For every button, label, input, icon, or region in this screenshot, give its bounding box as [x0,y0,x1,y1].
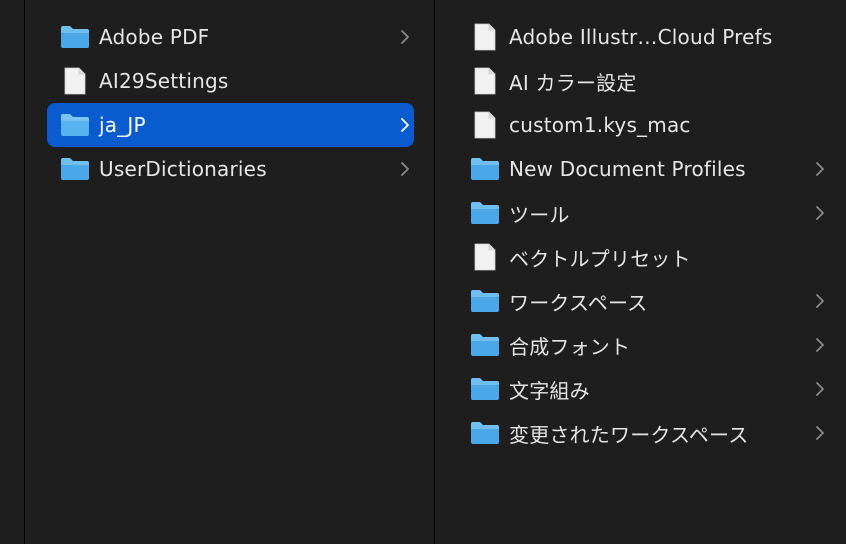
document-icon [469,66,501,96]
chevron-right-icon [396,116,414,134]
item-label: ja_JP [99,113,146,137]
chevron-right-icon [811,336,829,354]
chevron-right-icon [811,380,829,398]
list-item[interactable]: 文字組み [457,367,829,411]
finder-column-view: Adobe PDF AI29Settings ja_JP UserDiction… [0,0,846,544]
list-item[interactable]: AI29Settings [47,59,414,103]
list-item[interactable]: AI カラー設定 [457,59,829,103]
item-label: Adobe Illustr…Cloud Prefs [509,25,773,49]
chevron-right-icon [396,160,414,178]
list-item[interactable]: New Document Profiles [457,147,829,191]
chevron-right-icon [811,204,829,222]
item-label: AI カラー設定 [509,70,637,95]
item-label: UserDictionaries [99,157,267,181]
document-icon [469,22,501,52]
folder-icon [59,110,91,140]
item-label: Adobe PDF [99,25,210,49]
folder-icon [469,418,501,448]
chevron-right-icon [811,424,829,442]
item-label: ツール [509,202,570,227]
parent-column[interactable] [0,0,24,544]
list-item-selected[interactable]: ja_JP [47,103,414,147]
item-label: AI29Settings [99,69,229,93]
chevron-right-icon [396,28,414,46]
item-label: 合成フォント [509,334,631,359]
item-label: custom1.kys_mac [509,113,691,137]
item-label: ベクトルプリセット [509,246,691,271]
right-column[interactable]: Adobe Illustr…Cloud Prefs AI カラー設定 custo… [435,0,846,544]
list-item[interactable]: 変更されたワークスペース [457,411,829,455]
folder-icon [469,374,501,404]
folder-icon [59,22,91,52]
chevron-right-icon [811,160,829,178]
folder-icon [469,286,501,316]
folder-icon [469,198,501,228]
document-icon [59,66,91,96]
item-label: 文字組み [509,378,590,403]
chevron-right-icon [811,292,829,310]
list-item[interactable]: Adobe Illustr…Cloud Prefs [457,15,829,59]
list-item[interactable]: ベクトルプリセット [457,235,829,279]
folder-icon [469,154,501,184]
folder-icon [59,154,91,184]
list-item[interactable]: UserDictionaries [47,147,414,191]
list-item[interactable]: Adobe PDF [47,15,414,59]
document-icon [469,110,501,140]
item-label: 変更されたワークスペース [509,422,749,447]
document-icon [469,242,501,272]
item-label: New Document Profiles [509,157,746,181]
item-label: ワークスペース [509,290,648,315]
folder-icon [469,330,501,360]
list-item[interactable]: ワークスペース [457,279,829,323]
list-item[interactable]: 合成フォント [457,323,829,367]
middle-column[interactable]: Adobe PDF AI29Settings ja_JP UserDiction… [25,0,434,544]
list-item[interactable]: ツール [457,191,829,235]
list-item[interactable]: custom1.kys_mac [457,103,829,147]
